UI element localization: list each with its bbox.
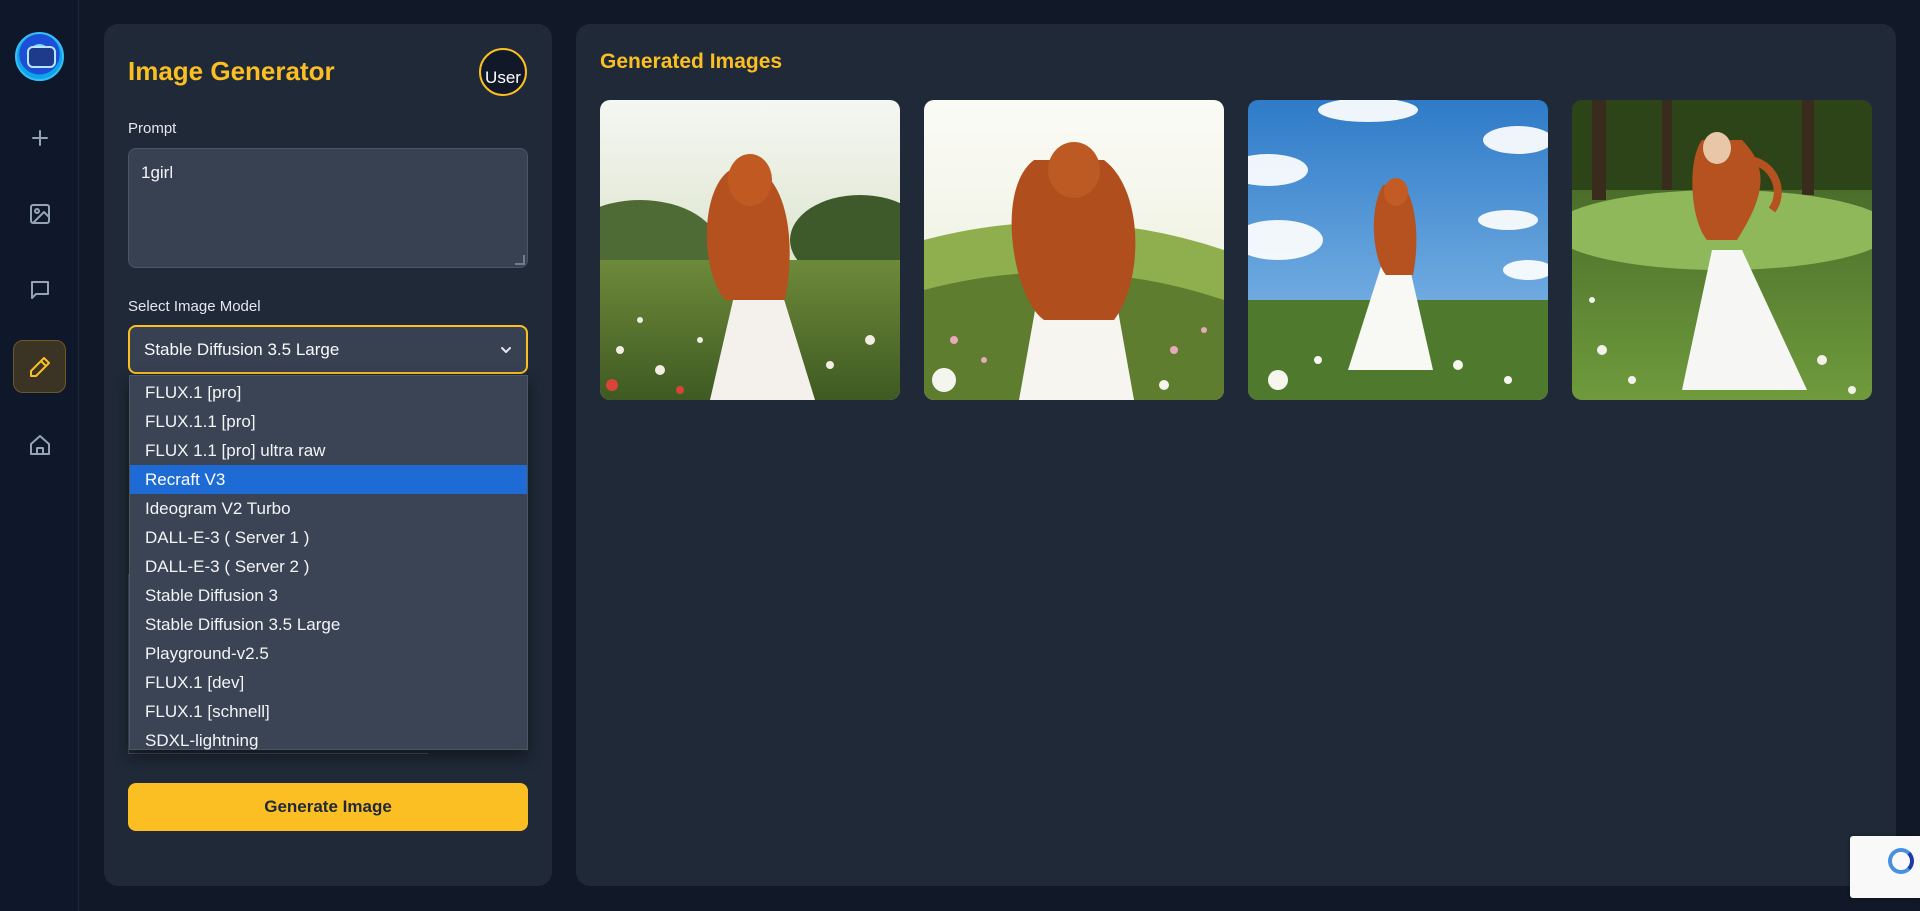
home-nav-button[interactable] bbox=[13, 418, 66, 471]
generated-image-1[interactable] bbox=[600, 100, 900, 400]
chat-icon bbox=[30, 280, 49, 299]
generator-panel: Image Generator User Prompt 1girl Select… bbox=[104, 24, 552, 886]
model-option[interactable]: DALL-E-3 ( Server 2 ) bbox=[130, 552, 527, 581]
results-panel: Generated Images bbox=[576, 24, 1896, 886]
resize-grip-icon[interactable] bbox=[515, 255, 525, 265]
model-select-value: Stable Diffusion 3.5 Large bbox=[144, 339, 340, 359]
chevron-down-icon bbox=[501, 346, 511, 353]
pencil-icon bbox=[29, 356, 50, 377]
model-select[interactable]: Stable Diffusion 3.5 Large bbox=[128, 325, 528, 374]
generated-image-1-art bbox=[600, 100, 900, 400]
model-option[interactable]: SDXL-lightning bbox=[130, 726, 527, 755]
model-option[interactable]: Stable Diffusion 3.5 Large bbox=[130, 610, 527, 639]
prompt-input[interactable]: 1girl bbox=[128, 148, 528, 268]
model-label: Select Image Model bbox=[128, 298, 261, 315]
user-avatar[interactable]: User bbox=[479, 48, 527, 96]
app-logo[interactable] bbox=[15, 32, 64, 81]
generated-image-4[interactable] bbox=[1572, 100, 1872, 400]
generate-image-button[interactable]: Generate Image bbox=[128, 783, 528, 831]
model-option[interactable]: Stable Diffusion 3 bbox=[130, 581, 527, 610]
model-option[interactable]: Ideogram V2 Turbo bbox=[130, 494, 527, 523]
page-title: Image Generator bbox=[128, 56, 335, 86]
results-title: Generated Images bbox=[600, 50, 783, 73]
model-option[interactable]: FLUX.1.1 [pro] bbox=[130, 407, 527, 436]
model-option[interactable]: Recraft V3 bbox=[130, 465, 527, 494]
model-option[interactable]: FLUX 1.1 [pro] ultra raw bbox=[130, 436, 527, 465]
prompt-text: 1girl bbox=[141, 163, 174, 182]
model-dropdown-list[interactable]: FLUX.1 [pro] FLUX.1.1 [pro] FLUX 1.1 [pro]… bbox=[129, 375, 528, 750]
image-icon bbox=[29, 203, 50, 224]
generated-image-2-art bbox=[924, 100, 1224, 400]
generated-image-2[interactable] bbox=[924, 100, 1224, 400]
generated-image-3[interactable] bbox=[1248, 100, 1548, 400]
model-option[interactable]: FLUX.1 [dev] bbox=[130, 668, 527, 697]
chat-nav-button[interactable] bbox=[13, 263, 66, 316]
plus-icon bbox=[31, 129, 48, 146]
images-nav-button[interactable] bbox=[13, 187, 66, 240]
generated-image-3-art bbox=[1248, 100, 1548, 400]
image-generator-nav-button[interactable] bbox=[13, 340, 66, 393]
model-option[interactable]: Playground-v2.5 bbox=[130, 639, 527, 668]
sidebar bbox=[0, 0, 79, 911]
prompt-label: Prompt bbox=[128, 120, 177, 137]
new-item-button[interactable] bbox=[13, 111, 66, 164]
model-option[interactable]: FLUX.1 [schnell] bbox=[130, 697, 527, 726]
home-icon bbox=[29, 434, 50, 455]
model-option[interactable]: FLUX.1 [pro] bbox=[130, 378, 527, 407]
recaptcha-badge[interactable] bbox=[1850, 836, 1920, 898]
model-option[interactable]: DALL-E-3 ( Server 1 ) bbox=[130, 523, 527, 552]
generated-image-4-art bbox=[1572, 100, 1872, 400]
